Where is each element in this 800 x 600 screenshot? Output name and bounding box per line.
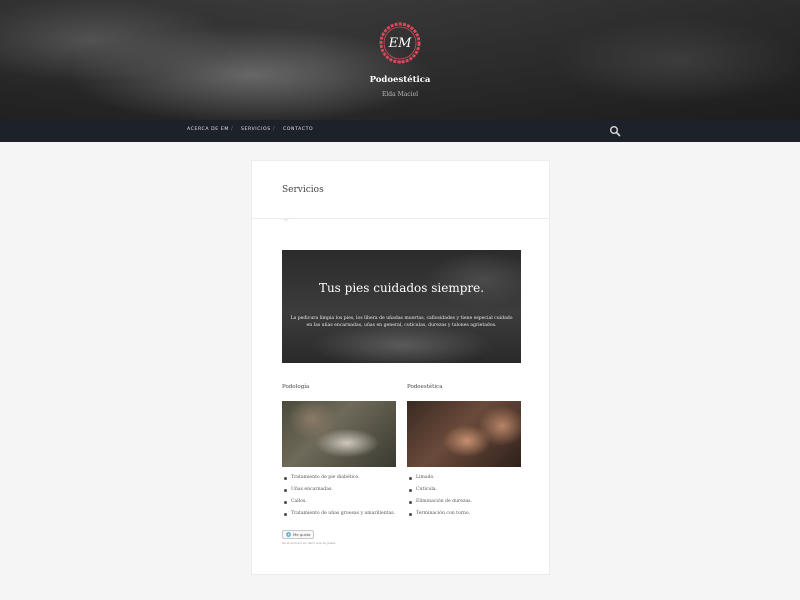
list-item: Terminación con torno. (407, 510, 472, 522)
hero-banner: Tus pies cuidados siempre. La pedicura l… (282, 250, 521, 363)
like-button-label: Me gusta (293, 532, 311, 537)
logo-monogram: EM (388, 35, 412, 51)
content-card: Servicios Tus pies cuidados siempre. La … (251, 160, 550, 575)
header-hero: EM Podoestética Elda Maciel (0, 0, 800, 120)
card-header: Servicios (252, 161, 549, 219)
like-note: Sé el primero en decir que te gusta. (282, 541, 337, 545)
list-item: Callos. (282, 498, 395, 510)
nav-item-servicios[interactable]: Servicios (241, 127, 271, 132)
star-icon (286, 532, 291, 537)
site-logo[interactable]: EM (377, 20, 423, 66)
nav-item-contacto[interactable]: Contacto (283, 127, 313, 132)
list-item: Uñas encarnadas. (282, 486, 395, 498)
site-description: Elda Maciel (381, 91, 419, 98)
podoestetica-photo (407, 401, 521, 467)
header-notch (282, 218, 290, 222)
podologia-list: Tratamiento de pie diabético. Uñas encar… (282, 474, 395, 522)
column-title-podologia: Podología (282, 384, 310, 390)
nav-item-acerca[interactable]: Acerca de EM (187, 127, 229, 132)
list-item: Limado. (407, 474, 472, 486)
nav-separator: / (273, 126, 275, 132)
list-item: Tratamiento de pie diabético. (282, 474, 395, 486)
podoestetica-list: Limado. Cutícula. Eliminación de durezas… (407, 474, 472, 522)
banner-text: La pedicura limpia los pies, los libera … (290, 316, 513, 328)
podologia-photo (282, 401, 396, 467)
site-title[interactable]: Podoestética (0, 75, 800, 85)
list-item: Eliminación de durezas. (407, 498, 472, 510)
list-item: Cutícula. (407, 486, 472, 498)
main-navigation: Acerca de EM / Servicios / Contacto (0, 120, 800, 142)
banner-heading: Tus pies cuidados siempre. (318, 281, 485, 295)
search-icon[interactable] (609, 125, 621, 137)
list-item: Tratamiento de uñas gruesas y amarillent… (282, 510, 395, 522)
like-button[interactable]: Me gusta (282, 530, 315, 539)
page-title: Servicios (282, 185, 324, 195)
column-title-podoestetica: Podoestética (407, 384, 443, 390)
nav-separator: / (231, 126, 233, 132)
